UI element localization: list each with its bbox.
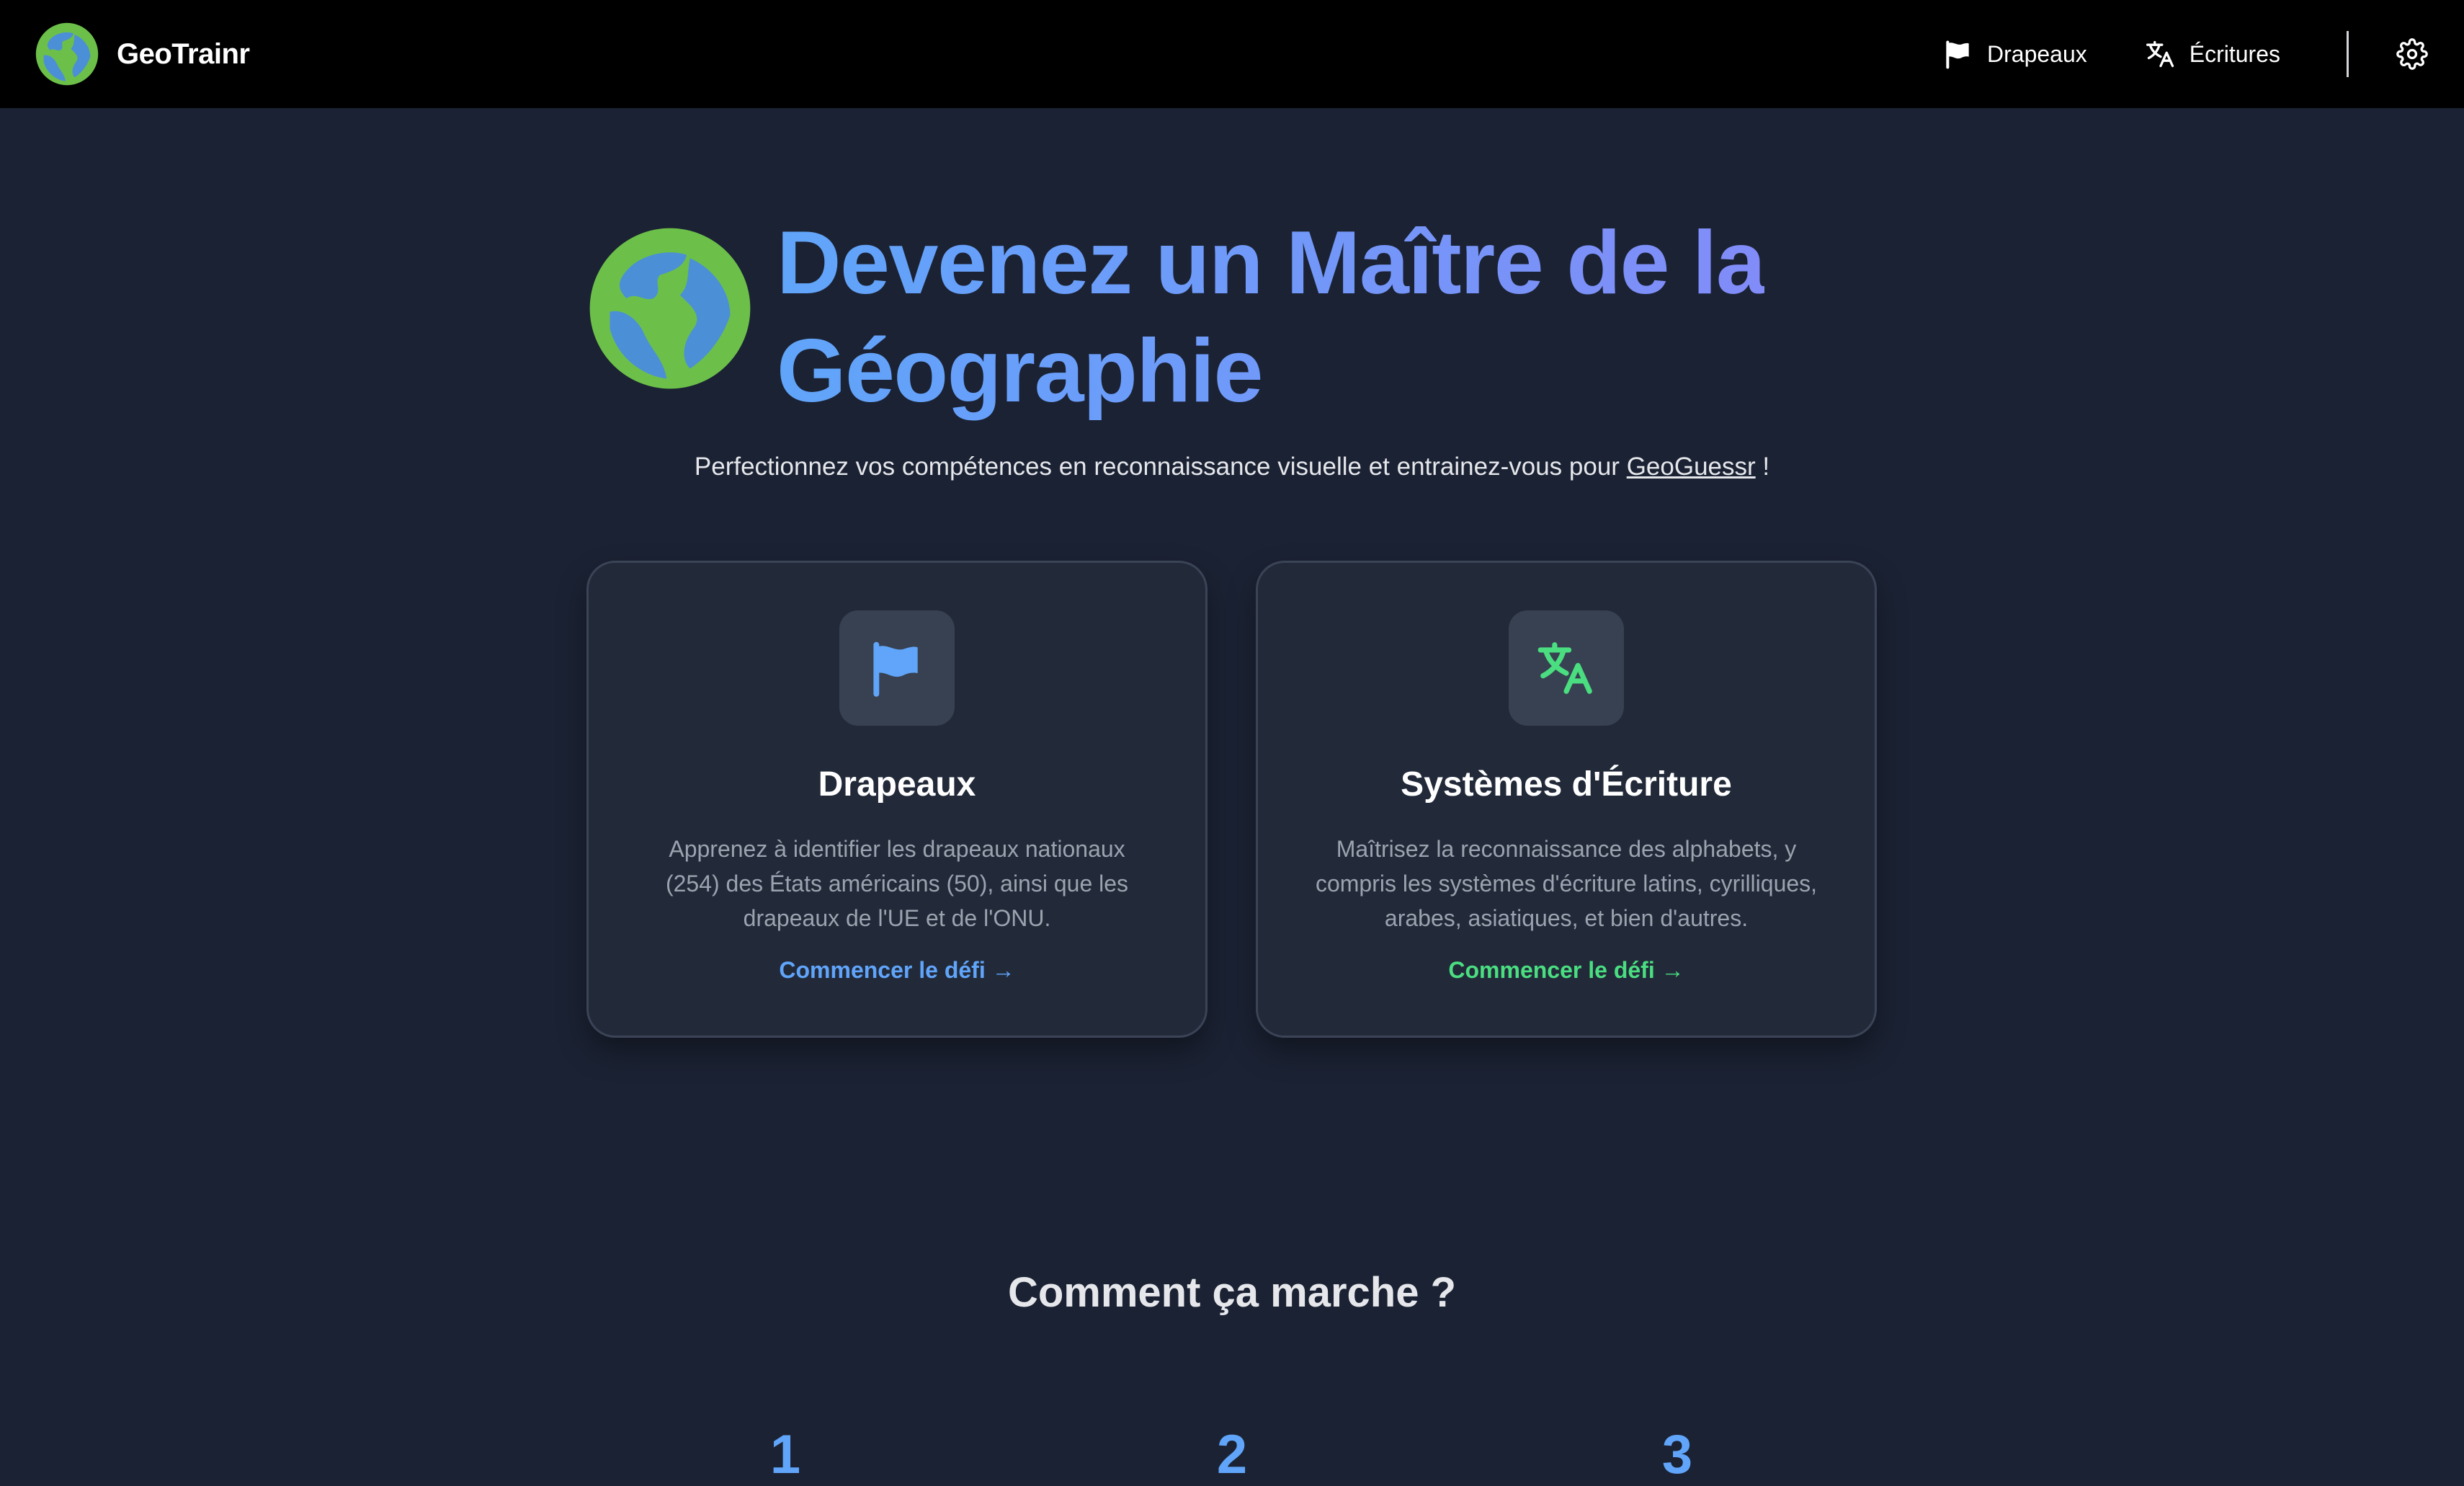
nav-link-label: Écritures [2189, 40, 2280, 67]
nav-links: Drapeaux Écritures [1885, 0, 2429, 108]
settings-button[interactable] [2395, 37, 2429, 71]
title-line-2: Géographie [777, 321, 1263, 421]
card-title: Drapeaux [818, 765, 976, 804]
top-navbar: GeoTrainr Drapeaux Écritures [0, 0, 2464, 108]
translate-icon [2146, 40, 2174, 68]
geoguessr-link[interactable]: GeoGuessr [1627, 453, 1756, 481]
card-ecritures[interactable]: Systèmes d'Écriture Maîtrisez la reconna… [1256, 561, 1877, 1038]
step-number: 3 [1661, 1424, 1693, 1485]
title-line-1: Devenez un Maître de la [777, 213, 1765, 313]
nav-divider [2347, 31, 2349, 77]
step-number: 1 [769, 1424, 801, 1485]
step-number: 2 [1216, 1424, 1248, 1485]
card-description: Apprenez à identifier les drapeaux natio… [665, 836, 1129, 931]
card-icon-box [839, 610, 955, 726]
hero-section: Devenez un Maître de la Géographie [586, 209, 1876, 425]
mode-cards: Drapeaux Apprenez à identifier les drape… [586, 561, 1877, 1038]
globe-icon [589, 228, 751, 389]
card-description: Maîtrisez la reconnaissance des alphabet… [1315, 836, 1818, 931]
brand-name: GeoTrainr [117, 37, 250, 70]
subtitle-suffix: ! [1755, 453, 1770, 481]
card-drapeaux[interactable]: Drapeaux Apprenez à identifier les drape… [586, 561, 1208, 1038]
brand-home-link[interactable]: GeoTrainr [35, 22, 250, 86]
card-icon-box [1509, 610, 1624, 726]
globe-logo-icon [35, 22, 99, 86]
translate-icon [1537, 642, 1592, 694]
how-it-works-title: Comment ça marche ? [1007, 1269, 1457, 1316]
gear-icon [2396, 38, 2428, 70]
start-challenge-link[interactable]: Commencer le défi → [779, 957, 1014, 984]
card-title: Systèmes d'Écriture [1401, 765, 1732, 804]
nav-link-ecritures[interactable]: Écritures [2145, 38, 2280, 70]
nav-link-label: Drapeaux [1987, 40, 2087, 67]
subtitle-text: Perfectionnez vos compétences en reconna… [694, 453, 1627, 481]
page-title: Devenez un Maître de la Géographie [777, 209, 1764, 425]
start-challenge-link[interactable]: Commencer le défi → [1448, 957, 1684, 984]
hero-subtitle: Perfectionnez vos compétences en reconna… [0, 453, 2464, 481]
nav-link-drapeaux[interactable]: Drapeaux [1942, 38, 2087, 70]
steps-row: 1 2 3 [0, 1423, 2464, 1485]
flag-icon [873, 641, 918, 697]
flag-icon [1946, 40, 1969, 69]
